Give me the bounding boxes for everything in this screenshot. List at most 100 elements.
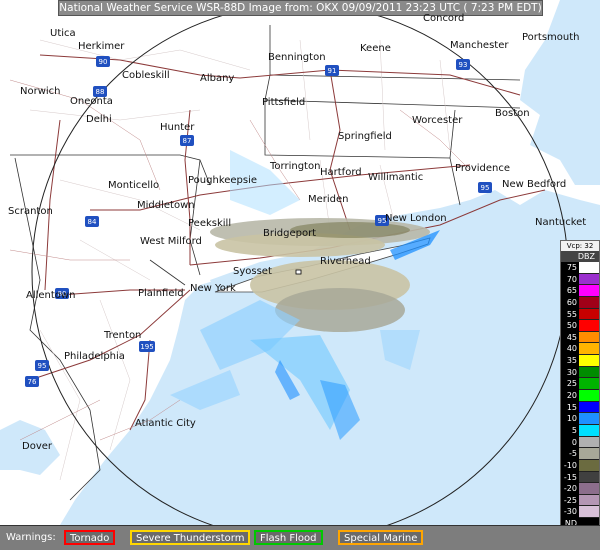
legend-level: 45 [561,331,599,344]
warning-tornado[interactable]: Tornado [64,530,116,545]
shield-95-ri: 95 [478,182,492,193]
city-label: Herkimer [78,41,125,52]
city-label: Dover [22,441,52,452]
legend-level-value: -10 [563,460,577,470]
legend-level: -25 [561,494,599,507]
legend-level-value: 45 [566,332,577,342]
legend-level: -10 [561,459,599,472]
legend-level-swatch [579,494,599,507]
legend-level: 75 [561,262,599,274]
city-label: Trenton [104,330,142,341]
city-label: Hunter [160,122,195,133]
legend-level-value: 60 [566,297,577,307]
legend-level: 50 [561,320,599,332]
city-label: Philadelphia [64,351,125,362]
legend-level: 65 [561,285,599,297]
city-label: Portsmouth [522,32,580,43]
shield-195: 195 [139,341,155,352]
radar-map: 90 88 91 93 87 95 84 80 195 95 76 95 [0,0,600,525]
city-label: Syosset [233,266,272,277]
legend-level: 10 [561,413,599,425]
legend-level-swatch [579,413,599,425]
legend-level-value: 25 [566,379,577,389]
city-label: Norwich [20,86,61,97]
legend-level-value: 35 [566,356,577,366]
city-label: Worcester [412,115,463,126]
city-label: Meriden [308,194,349,205]
city-label: New London [385,213,447,224]
title-bar: National Weather Service WSR-88D Image f… [58,0,543,16]
city-label: Allentown [26,290,76,301]
warnings-bar: Warnings: Tornado Severe Thunderstorm Fl… [0,525,600,550]
warning-severe-thunderstorm[interactable]: Severe Thunderstorm [130,530,251,545]
city-label: West Milford [140,236,202,247]
svg-text:95: 95 [481,184,490,192]
shield-84: 84 [85,216,99,227]
legend-level-value: -15 [563,472,577,482]
radar-site-marker [295,269,302,275]
svg-text:84: 84 [88,218,97,226]
legend-level-value: 65 [566,286,577,296]
city-label: Springfield [338,131,392,142]
legend-level-value: -30 [563,507,577,517]
svg-text:93: 93 [459,61,468,69]
city-label: New York [190,283,236,294]
legend-level: -5 [561,448,599,460]
city-label: Concord [423,13,465,24]
city-label: Riverhead [320,256,371,267]
shield-91: 91 [325,65,339,76]
svg-text:90: 90 [99,58,108,66]
city-label: Albany [200,73,235,84]
legend-level-value: -5 [569,449,577,459]
city-label: Nantucket [535,217,587,228]
legend-level-swatch [579,355,599,367]
city-label: Atlantic City [135,418,196,429]
legend-level-swatch [579,436,599,449]
city-label: Boston [495,108,530,119]
legend-level: 0 [561,436,599,449]
shield-90: 90 [96,56,110,67]
city-label: Bridgeport [263,228,317,239]
legend-level-value: 75 [566,263,577,272]
legend-level-swatch [579,401,599,414]
city-label: Poughkeepsie [188,175,258,186]
legend-level-swatch [579,378,599,391]
legend-level: -20 [561,483,599,495]
svg-text:195: 195 [140,343,153,351]
city-label: Manchester [450,40,509,51]
legend-level-swatch [579,366,599,379]
legend-level-swatch [579,296,599,309]
shield-87: 87 [180,135,194,146]
dbz-unit-label: DBZ [561,251,599,262]
legend-level: 60 [561,296,599,309]
radar-window: 90 88 91 93 87 95 84 80 195 95 76 95 Nat… [0,0,600,550]
warning-flash-flood[interactable]: Flash Flood [254,530,323,545]
legend-level: 55 [561,308,599,321]
legend-level-value: 40 [566,344,577,354]
legend-level-swatch [579,448,599,460]
city-label: Peekskill [188,218,232,229]
city-label: Utica [50,28,76,39]
legend-level: 35 [561,355,599,367]
city-label: Pittsfield [262,97,306,108]
svg-text:76: 76 [28,378,37,386]
legend-scale: 75 70 65 60 55 50 45 40 35 30 25 20 15 10 5 0 -5 -10 -15 -2… [561,262,599,530]
shield-76: 76 [25,376,39,387]
legend-level-swatch [579,506,599,519]
shield-93: 93 [456,59,470,70]
legend-level-swatch [579,331,599,344]
city-label: Middletown [137,200,195,211]
legend-level-swatch [579,273,599,286]
legend-level-value: 30 [566,367,577,377]
city-label: Providence [455,163,511,174]
svg-text:95: 95 [38,362,47,370]
svg-text:91: 91 [328,67,337,75]
legend-level-value: 15 [566,402,577,412]
legend-level-value: 70 [566,274,577,284]
shield-95-nj: 95 [35,360,49,371]
warning-special-marine[interactable]: Special Marine [338,530,424,545]
city-label: Monticello [108,180,160,191]
legend-level: -30 [561,506,599,519]
legend-level: 40 [561,343,599,356]
city-label: Hartford [320,167,362,178]
